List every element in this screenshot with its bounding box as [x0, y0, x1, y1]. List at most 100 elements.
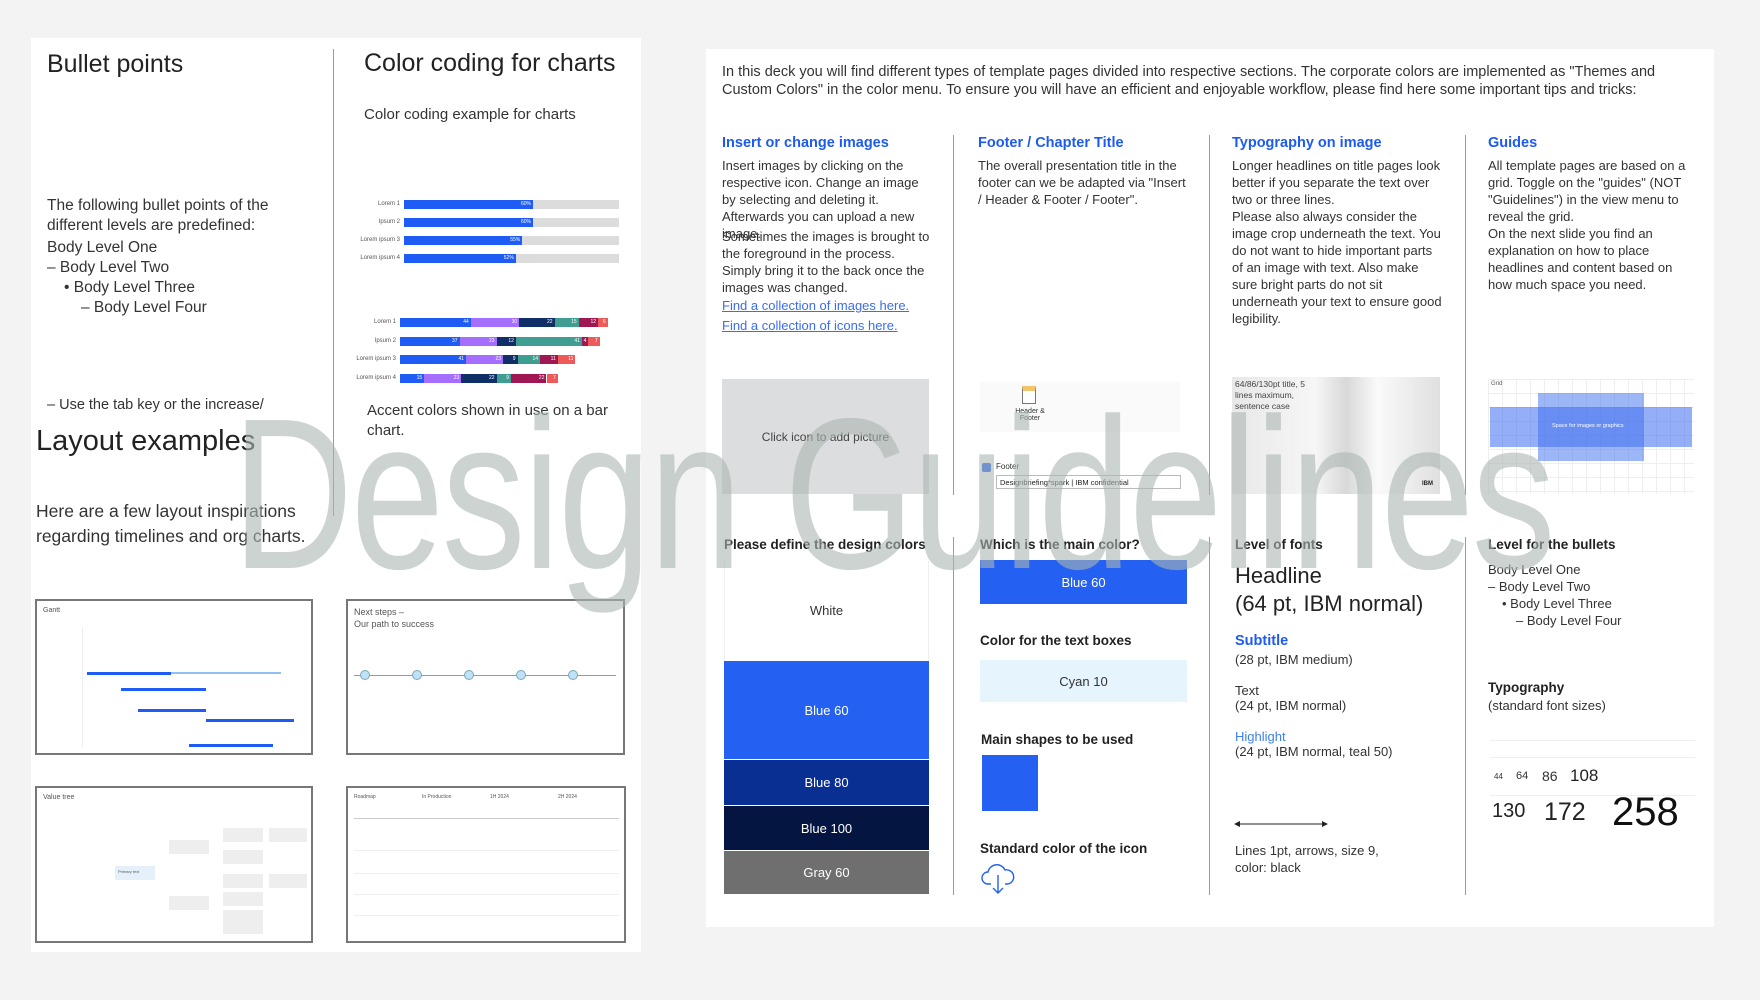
bullet-levels-heading: Level for the bullets	[1488, 537, 1616, 552]
ribbon-label: Header & Footer	[1015, 408, 1045, 422]
tree-box	[269, 874, 307, 888]
font-size-130: 130	[1492, 800, 1526, 822]
segment-value-label: 15	[416, 374, 423, 381]
headline-sample: Headline	[1235, 563, 1322, 588]
footer-checkbox-label: Footer	[996, 462, 1020, 471]
column-divider	[1209, 537, 1210, 895]
font-levels-heading: Level of fonts	[1235, 537, 1323, 552]
grid-space-label: Space for images or graphics	[1552, 423, 1624, 429]
stacked-bar-segment: 22	[461, 373, 497, 383]
roadmap-layout-thumbnail[interactable]: Roadmap In Production 1H 2024 2H 2024	[346, 786, 626, 943]
main-shapes-heading: Main shapes to be used	[981, 732, 1134, 747]
icons-collection-link[interactable]: Find a collection of icons here.	[722, 318, 898, 333]
bullet-sample-2: – Body Level Two	[1488, 579, 1591, 594]
stacked-bar-segment: 7	[546, 373, 558, 383]
tree-box	[223, 892, 263, 906]
column-divider	[953, 537, 954, 895]
picture-placeholder[interactable]: Click icon to add picture	[722, 379, 929, 494]
column-divider	[1465, 537, 1466, 895]
bullet-points-title: Bullet points	[47, 50, 184, 78]
text-spec: (24 pt, IBM normal)	[1235, 698, 1347, 713]
icon-color-heading: Standard color of the icon	[980, 841, 1148, 856]
font-size-64: 64	[1516, 770, 1529, 782]
roadmap-header: In Production	[422, 794, 452, 800]
stacked-bar-segment: 12	[496, 336, 516, 346]
bar-category-label: Lorem 1	[377, 201, 400, 207]
timeline-layout-thumbnail[interactable]: Next steps – Our path to success	[346, 599, 625, 755]
typography-image-sample: 64/86/130pt title, 5 lines maximum, sent…	[1232, 377, 1440, 494]
segment-value-label: 9	[512, 356, 516, 362]
footer-text-field[interactable]: Designbriefing*spark | IBM confidential	[996, 475, 1181, 489]
main-color-swatch: Blue 60	[980, 560, 1187, 604]
bar-category-label: Lorem ipsum 3	[360, 237, 400, 243]
guides-heading: Guides	[1488, 135, 1538, 151]
thumb-subtitle: Our path to success	[354, 619, 435, 629]
gantt-layout-thumbnail[interactable]: Gantt	[35, 599, 313, 755]
stacked-bar-segment: 6	[598, 318, 608, 327]
footer-field-value: Designbriefing*spark | IBM confidential	[1000, 478, 1129, 487]
gantt-bar	[87, 672, 171, 675]
tab-key-hint: – Use the tab key or the increase/	[47, 397, 264, 413]
bar-value-label: 60%	[520, 219, 531, 225]
stacked-bar-segment: 15	[400, 373, 425, 383]
timeline-node	[360, 670, 370, 680]
stacked-bar-segment: 11	[557, 355, 576, 364]
grid-label: Grid	[1491, 381, 1503, 387]
segment-value-label: 15	[571, 319, 577, 325]
bullet-level-1: Body Level One	[47, 239, 158, 256]
footer-checkbox[interactable]	[982, 463, 991, 472]
roadmap-header: Roadmap	[354, 794, 376, 800]
swatch-blue-100: Blue 100	[724, 806, 929, 851]
font-size-44: 44	[1494, 772, 1503, 781]
stacked-bar-segment: 14	[517, 355, 541, 364]
stacked-bar-segment: 23	[466, 355, 504, 364]
bar-fill: 52%	[404, 254, 516, 263]
bar-value-label: 52%	[503, 255, 514, 261]
timeline-node	[568, 670, 578, 680]
stacked-bar-segment: 37	[400, 336, 460, 346]
gantt-bar	[121, 688, 206, 691]
image-overlay-text: 64/86/130pt title, 5 lines maximum, sent…	[1235, 379, 1305, 411]
value-tree-layout-thumbnail[interactable]: Value tree Primary text	[35, 786, 313, 943]
bar-category-label: Lorem 1	[373, 319, 396, 325]
main-color-label: Blue 60	[1061, 574, 1106, 590]
segment-value-label: 23	[495, 356, 502, 362]
stacked-bar-segment: 7	[588, 336, 600, 346]
text-box-color-heading: Color for the text boxes	[980, 633, 1132, 648]
bar-category-label: Ipsum 2	[378, 219, 400, 225]
bar-category-label: Ipsum 2	[374, 337, 396, 344]
layout-examples-title: Layout examples	[36, 425, 256, 457]
stacked-bar-segment: 9	[496, 373, 512, 383]
insert-images-text-2: Sometimes the images is brought to the f…	[722, 229, 930, 295]
segment-value-label: 11	[550, 356, 556, 362]
segment-value-label: 6	[602, 319, 606, 325]
images-collection-link[interactable]: Find a collection of images here.	[722, 298, 909, 313]
bar-fill: 60%	[404, 218, 533, 227]
segment-value-label: 9	[506, 374, 510, 381]
progress-bar-chart: Lorem 1 60% Ipsum 2 60% Lorem ipsum 3 55% Lore…	[340, 200, 630, 275]
tree-box	[223, 910, 263, 934]
guides-text-2: On the next slide you find an explanatio…	[1488, 226, 1673, 292]
swatch-label: White	[809, 603, 844, 618]
typography-heading: Typography on image	[1232, 135, 1382, 151]
bullet-sample-3: • Body Level Three	[1502, 596, 1612, 611]
segment-value-label: 22	[546, 319, 553, 325]
tree-box	[269, 828, 307, 842]
ribbon-screenshot: Header & Footer	[980, 382, 1180, 432]
segment-value-label: 37	[452, 337, 458, 344]
gantt-bar	[206, 719, 294, 722]
thumb-title: Value tree	[43, 794, 75, 801]
intro-text: In this deck you will find different typ…	[722, 64, 1656, 98]
bullet-sample-4: – Body Level Four	[1516, 613, 1622, 628]
footer-heading: Footer / Chapter Title	[978, 135, 1124, 151]
stacked-bar-segment: 23	[459, 336, 497, 346]
stacked-bar-segment: 44	[400, 318, 471, 327]
column-divider	[953, 135, 954, 495]
swatch-white: White	[724, 561, 929, 661]
tree-box	[223, 850, 263, 864]
roadmap-header: 1H 2024	[490, 794, 509, 800]
timeline-node	[412, 670, 422, 680]
swatch-gray-60: Gray 60	[724, 851, 929, 895]
roadmap-header: 2H 2024	[558, 794, 577, 800]
placeholder-text: Click icon to add picture	[761, 429, 890, 444]
